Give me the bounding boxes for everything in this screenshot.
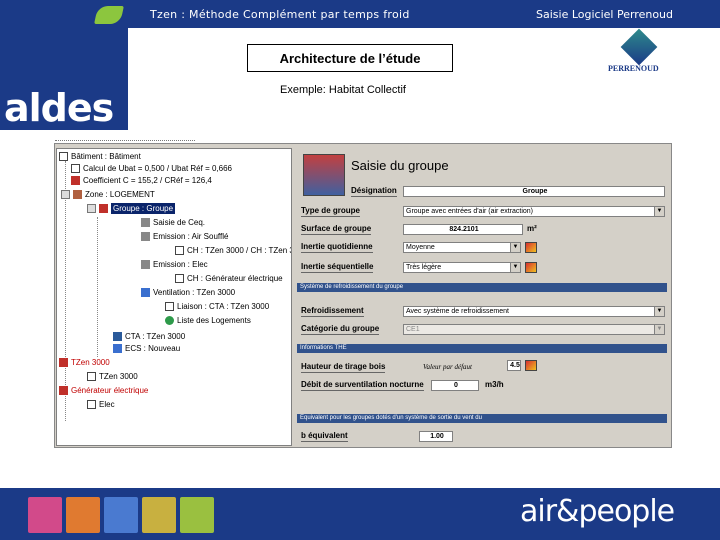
house-icon <box>73 190 82 199</box>
face-photo <box>180 497 214 533</box>
link-icon <box>175 246 184 255</box>
grey-icon <box>141 232 150 241</box>
chevron-down-icon[interactable]: ▼ <box>654 325 664 334</box>
tree-item[interactable]: Saisie de Ceq. <box>141 217 205 228</box>
link-icon <box>165 302 174 311</box>
list-icon <box>165 316 174 325</box>
refroid-label: Refroidissement <box>301 306 364 317</box>
tree-item[interactable]: CH : Générateur électrique <box>175 273 283 284</box>
tree-item[interactable]: Ventilation : TZen 3000 <box>141 287 235 298</box>
generator-icon <box>59 386 68 395</box>
chevron-down-icon[interactable]: ▼ <box>654 207 664 216</box>
refroid-select[interactable]: Avec système de refroidissement ▼ <box>403 306 665 317</box>
window-topline <box>55 140 195 143</box>
tree-item[interactable]: CTA : TZen 3000 <box>113 331 185 342</box>
faces-strip <box>28 497 214 533</box>
designation-label: Désignation <box>351 186 397 197</box>
inertie-q-select[interactable]: Moyenne ▼ <box>403 242 521 253</box>
type-label: Type de groupe <box>301 206 360 217</box>
categorie-label: Catégorie du groupe <box>301 324 380 335</box>
tree-item[interactable]: Zone : LOGEMENT <box>61 189 155 200</box>
perrenoud-logo: PERRENOUD <box>604 28 676 82</box>
designation-input[interactable]: Groupe <box>403 186 665 197</box>
slide-title: Architecture de l’étude <box>247 44 453 72</box>
chevron-down-icon[interactable]: ▼ <box>510 263 520 272</box>
tree-item[interactable]: Elec <box>87 399 115 410</box>
tree-item[interactable]: Groupe : Groupe <box>87 203 176 214</box>
the-section-bar: Informations THE <box>297 344 667 353</box>
debit-label: Débit de surventilation nocturne <box>301 380 424 391</box>
hauteur-label: Hauteur de tirage bois <box>301 362 386 373</box>
form-title: Saisie du groupe <box>351 158 449 173</box>
cooling-section-bar: Système de refroidissement du groupe <box>297 283 667 292</box>
tree-item[interactable]: Coefficient C = 155,2 / CRéf = 126,4 <box>71 175 212 186</box>
cta-icon <box>113 332 122 341</box>
type-select[interactable]: Groupe avec entrées d'air (air extractio… <box>403 206 665 217</box>
tree-item[interactable]: ECS : Nouveau <box>113 343 180 354</box>
tree-item[interactable]: Emission : Air Soufflé <box>141 231 228 242</box>
expand-box-icon[interactable] <box>61 190 70 199</box>
header-subtitle: Tzen : Méthode Complément par temps froi… <box>150 8 410 21</box>
tree-item[interactable]: Générateur électrique <box>59 385 148 396</box>
tree-item[interactable]: Emission : Elec <box>141 259 208 270</box>
hauteur-input[interactable]: 4.5 <box>507 360 521 371</box>
project-tree[interactable]: Bâtiment : Bâtiment Calcul de Ubat = 0,5… <box>56 148 292 446</box>
perrenoud-diamond-icon <box>620 28 658 66</box>
tree-item[interactable]: Liaison : CTA : TZen 3000 <box>165 301 269 312</box>
tree-item[interactable]: Bâtiment : Bâtiment <box>59 151 141 162</box>
categorie-select[interactable]: CE1 ▼ <box>403 324 665 335</box>
app-window: Bâtiment : Bâtiment Calcul de Ubat = 0,5… <box>54 140 672 448</box>
generator-icon <box>87 400 96 409</box>
face-photo <box>66 497 100 533</box>
aldes-logo: aldes <box>4 86 114 130</box>
document-icon <box>59 152 68 161</box>
tree-item[interactable]: Liste des Logements <box>165 315 251 326</box>
tree-item[interactable]: CH : TZen 3000 / CH : TZen 3 <box>175 245 291 256</box>
document-icon <box>71 164 80 173</box>
debit-unit: m3/h <box>485 380 504 389</box>
hauteur-default-note: Valeur par défaut <box>423 363 472 371</box>
perrenoud-name: PERRENOUD <box>608 64 659 73</box>
tree-item[interactable]: TZen 3000 <box>87 371 138 382</box>
group-icon <box>99 204 108 213</box>
b-input[interactable]: 1.00 <box>419 431 453 442</box>
header-right-title: Saisie Logiciel Perrenoud <box>536 8 674 21</box>
tree-item[interactable]: TZen 3000 <box>59 357 110 368</box>
debit-input[interactable]: 0 <box>431 380 479 391</box>
surface-input[interactable]: 824.2101 <box>403 224 523 235</box>
tagline: air&people <box>520 494 675 529</box>
fan-icon <box>141 288 150 297</box>
inertie-s-label: Inertie séquentielle <box>301 262 374 273</box>
ecs-icon <box>113 344 122 353</box>
example-caption: Exemple: Habitat Collectif <box>280 84 406 96</box>
inertie-q-info-icon[interactable] <box>525 242 537 253</box>
inertie-s-select[interactable]: Très légère ▼ <box>403 262 521 273</box>
link-icon <box>175 274 184 283</box>
inertie-q-label: Inertie quotidienne <box>301 242 373 253</box>
equivalent-section-bar: Equivalent pour les groupes dotés d'un s… <box>297 414 667 423</box>
face-photo <box>28 497 62 533</box>
tree-item[interactable]: Calcul de Ubat = 0,500 / Ubat Réf = 0,66… <box>71 163 232 174</box>
surface-unit: m² <box>527 224 537 233</box>
hauteur-info-icon[interactable] <box>525 360 537 371</box>
b-label: b équivalent <box>301 431 348 442</box>
chevron-down-icon[interactable]: ▼ <box>510 243 520 252</box>
grey-icon <box>141 260 150 269</box>
generator-icon <box>59 358 68 367</box>
grey-icon <box>141 218 150 227</box>
face-photo <box>104 497 138 533</box>
group-form: Saisie du groupe Désignation Groupe Type… <box>295 148 670 446</box>
group-form-icon <box>303 154 345 196</box>
c-icon <box>71 176 80 185</box>
chevron-down-icon[interactable]: ▼ <box>654 307 664 316</box>
face-photo <box>142 497 176 533</box>
inertie-s-info-icon[interactable] <box>525 262 537 273</box>
surface-label: Surface de groupe <box>301 224 372 235</box>
expand-box-icon[interactable] <box>87 204 96 213</box>
generator-icon <box>87 372 96 381</box>
